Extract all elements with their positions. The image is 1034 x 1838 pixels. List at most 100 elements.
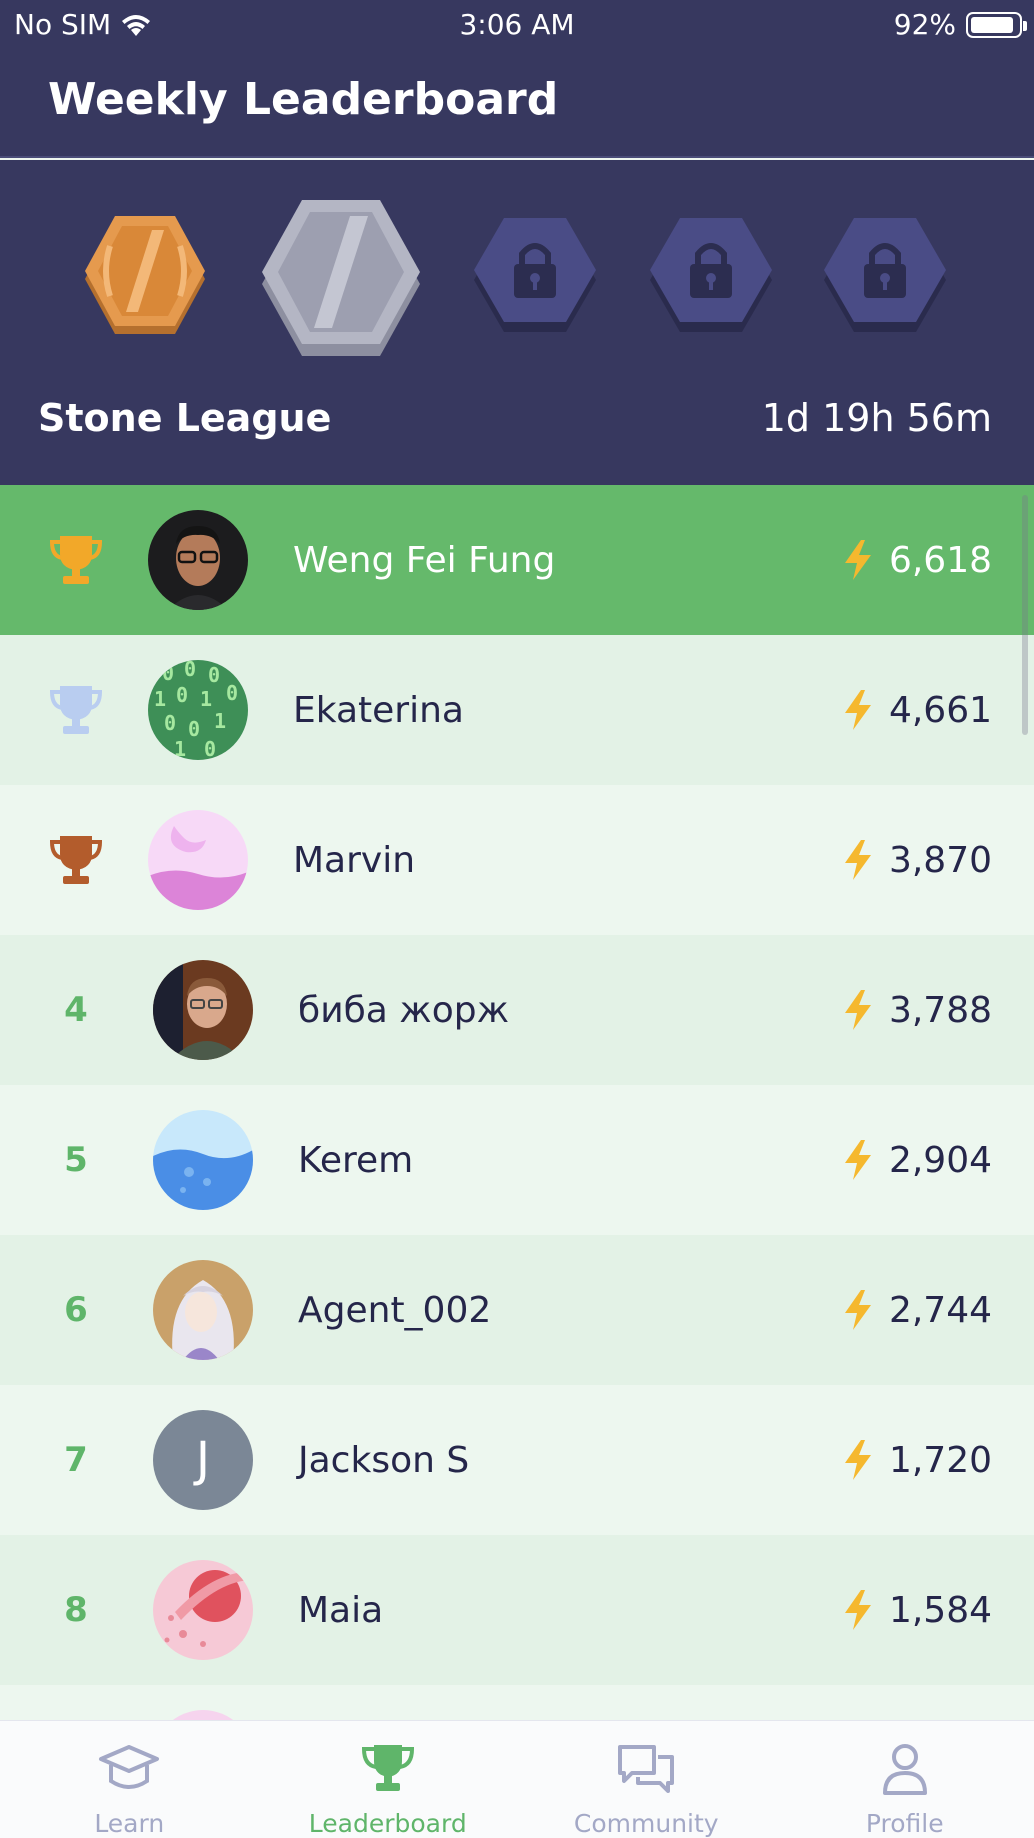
scrollbar[interactable] bbox=[1022, 495, 1028, 735]
user-name: Marvin bbox=[293, 839, 416, 881]
leaderboard-row[interactable]: 7 J Jackson S 1,720 bbox=[0, 1385, 1034, 1535]
tab-leaderboard[interactable]: Leaderboard bbox=[259, 1721, 518, 1838]
score-value: 1,584 bbox=[888, 1589, 992, 1631]
clock: 3:06 AM bbox=[459, 8, 575, 41]
tab-label: Community bbox=[573, 1809, 719, 1838]
avatar[interactable]: J bbox=[153, 1410, 253, 1510]
bronze-league-badge-icon[interactable] bbox=[80, 216, 210, 342]
leaderboard-row[interactable]: 4 биба жорж 3,788 bbox=[0, 935, 1034, 1085]
svg-text:0: 0 bbox=[208, 663, 220, 687]
lightning-icon bbox=[844, 1140, 871, 1180]
user-name: Kerem bbox=[298, 1139, 414, 1181]
score-value: 4,661 bbox=[888, 689, 992, 731]
svg-text:1: 1 bbox=[174, 737, 186, 760]
user-score: 4,661 bbox=[841, 635, 992, 785]
graduation-cap-icon bbox=[99, 1745, 160, 1789]
page-title: Weekly Leaderboard bbox=[48, 74, 559, 125]
locked-league-badge-icon[interactable] bbox=[648, 218, 774, 342]
silver-trophy-icon bbox=[36, 635, 116, 785]
person-icon bbox=[882, 1744, 927, 1795]
app-header: Weekly Leaderboard bbox=[0, 50, 1034, 158]
user-score: 3,788 bbox=[841, 935, 992, 1085]
user-score: 3,870 bbox=[841, 785, 992, 935]
avatar[interactable] bbox=[148, 510, 248, 610]
lightning-icon bbox=[844, 1440, 871, 1480]
rank-number: 5 bbox=[64, 1140, 88, 1180]
tab-label: Leaderboard bbox=[308, 1809, 467, 1838]
user-name: Weng Fei Fung bbox=[293, 539, 556, 581]
svg-text:0: 0 bbox=[188, 717, 200, 741]
league-panel: Stone League 1d 19h 56m bbox=[0, 160, 1034, 485]
svg-text:1: 1 bbox=[154, 687, 166, 711]
lightning-icon bbox=[844, 1290, 871, 1330]
score-value: 2,744 bbox=[888, 1289, 992, 1331]
lightning-icon bbox=[844, 990, 871, 1030]
svg-text:0: 0 bbox=[184, 660, 196, 681]
user-score: 6,618 bbox=[841, 485, 992, 635]
score-value: 3,788 bbox=[888, 989, 992, 1031]
locked-league-badge-icon[interactable] bbox=[822, 218, 948, 342]
lightning-icon bbox=[844, 840, 871, 880]
svg-text:1: 1 bbox=[200, 687, 212, 711]
avatar[interactable] bbox=[153, 1560, 253, 1660]
league-name: Stone League bbox=[38, 396, 332, 440]
stone-league-badge-icon[interactable] bbox=[256, 200, 426, 362]
user-name: Agent_002 bbox=[298, 1289, 492, 1331]
lightning-icon bbox=[844, 540, 871, 580]
leaderboard-row[interactable]: 6 Agent_002 2,744 bbox=[0, 1235, 1034, 1385]
tab-label: Profile bbox=[865, 1809, 944, 1838]
svg-text:1: 1 bbox=[214, 709, 226, 733]
leaderboard-row[interactable]: 8 Maia 1,584 bbox=[0, 1535, 1034, 1685]
gold-trophy-icon bbox=[36, 485, 116, 635]
leaderboard-row[interactable]: Weng Fei Fung 6,618 bbox=[0, 485, 1034, 635]
bronze-trophy-icon bbox=[36, 785, 116, 935]
avatar[interactable] bbox=[153, 1110, 253, 1210]
avatar[interactable]: 000101000110 bbox=[148, 660, 248, 760]
status-bar: No SIM 3:06 AM 92% bbox=[0, 0, 1034, 50]
leaderboard-row[interactable]: Marvin 3,870 bbox=[0, 785, 1034, 935]
rank-number: 8 bbox=[64, 1590, 88, 1630]
avatar-initial: J bbox=[195, 1432, 211, 1488]
chat-bubbles-icon bbox=[618, 1745, 675, 1793]
leaderboard-list[interactable]: Weng Fei Fung 6,618 000101000110 Ekateri… bbox=[0, 485, 1034, 1720]
tab-label: Learn bbox=[94, 1809, 165, 1838]
score-value: 6,618 bbox=[888, 539, 992, 581]
avatar[interactable] bbox=[153, 1260, 253, 1360]
locked-league-badge-icon[interactable] bbox=[472, 218, 598, 342]
trophy-icon bbox=[361, 1745, 414, 1791]
rank-number: 6 bbox=[64, 1290, 88, 1330]
user-name: Ekaterina bbox=[293, 689, 464, 731]
lightning-icon bbox=[844, 690, 871, 730]
user-name: Maia bbox=[298, 1589, 384, 1631]
svg-text:0: 0 bbox=[176, 683, 188, 707]
user-name: биба жорж bbox=[298, 989, 510, 1031]
score-value: 3,870 bbox=[888, 839, 992, 881]
user-score: 2,904 bbox=[841, 1085, 992, 1235]
svg-text:0: 0 bbox=[162, 661, 174, 685]
tab-learn[interactable]: Learn bbox=[0, 1721, 259, 1838]
tab-community[interactable]: Community bbox=[517, 1721, 776, 1838]
svg-text:0: 0 bbox=[204, 737, 216, 760]
svg-text:0: 0 bbox=[164, 711, 176, 735]
tab-bar: Learn Leaderboard Community Profile bbox=[0, 1720, 1034, 1838]
score-value: 2,904 bbox=[888, 1139, 992, 1181]
avatar[interactable] bbox=[153, 1710, 253, 1720]
leaderboard-row[interactable]: 5 Kerem 2,904 bbox=[0, 1085, 1034, 1235]
user-score: 1,720 bbox=[841, 1385, 992, 1535]
league-countdown: 1d 19h 56m bbox=[761, 396, 992, 440]
status-right: 92% bbox=[893, 8, 1027, 41]
tab-profile[interactable]: Profile bbox=[776, 1721, 1034, 1838]
avatar[interactable] bbox=[153, 960, 253, 1060]
battery-icon bbox=[966, 11, 1027, 38]
battery-percent: 92% bbox=[893, 8, 956, 41]
user-score: 2,744 bbox=[841, 1235, 992, 1385]
leaderboard-row[interactable]: 000101000110 Ekaterina 4,661 bbox=[0, 635, 1034, 785]
user-score: 1,584 bbox=[841, 1535, 992, 1685]
lightning-icon bbox=[844, 1590, 871, 1630]
score-value: 1,720 bbox=[888, 1439, 992, 1481]
rank-number: 4 bbox=[64, 990, 88, 1030]
avatar[interactable] bbox=[148, 810, 248, 910]
rank-number: 7 bbox=[64, 1440, 88, 1480]
leaderboard-row[interactable] bbox=[0, 1685, 1034, 1720]
svg-text:0: 0 bbox=[226, 681, 238, 705]
